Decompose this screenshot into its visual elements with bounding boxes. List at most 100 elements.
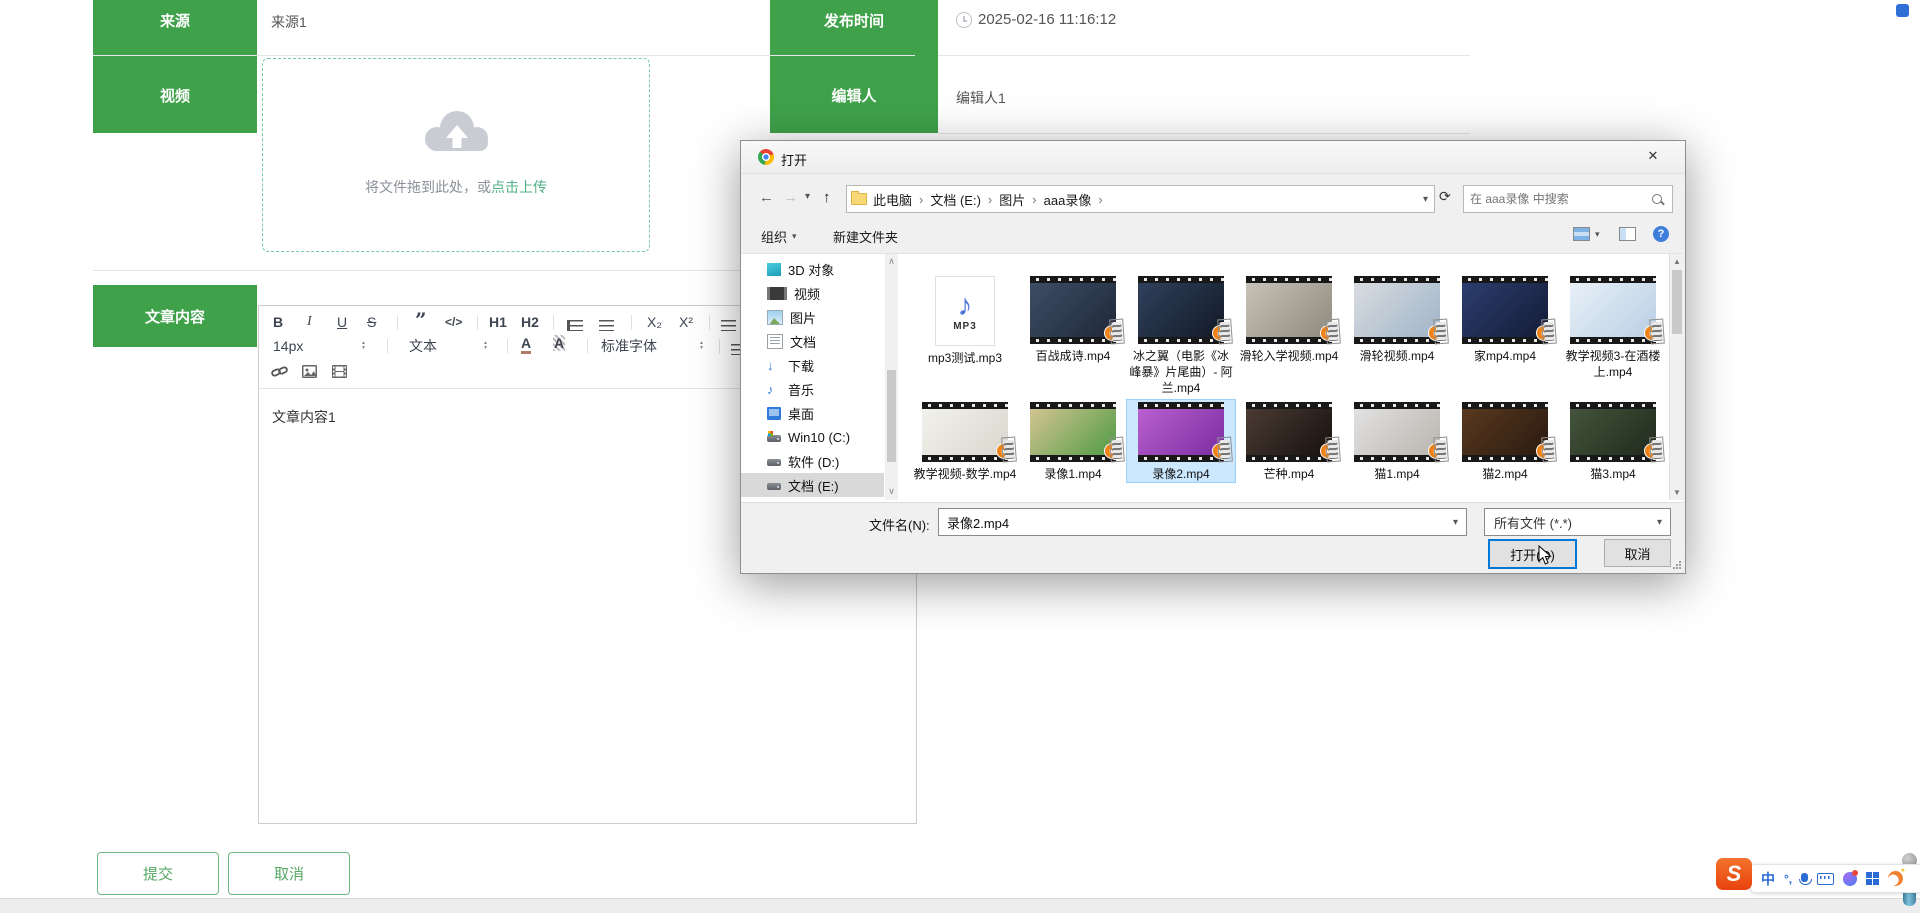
sidebar-item-desktop[interactable]: 桌面: [741, 401, 884, 425]
editor-person-value[interactable]: 编辑人1: [956, 88, 1006, 108]
dialog-cancel-button[interactable]: 取消: [1604, 539, 1671, 567]
file-item[interactable]: ▶ 百战成诗.mp4: [1019, 274, 1127, 396]
font-color-button[interactable]: A: [521, 334, 531, 354]
microphone-icon[interactable]: [1801, 873, 1808, 882]
refresh-button[interactable]: ⟳: [1439, 188, 1451, 205]
insert-video-button[interactable]: [331, 361, 348, 381]
breadcrumb-this-pc[interactable]: 此电脑: [873, 190, 930, 209]
subscript-button[interactable]: X₂: [647, 312, 662, 332]
breadcrumb-aaa-recordings[interactable]: aaa录像: [1044, 190, 1110, 209]
stepper-down-icon[interactable]: ▼: [699, 346, 704, 351]
file-item[interactable]: ▶ 猫1.mp4: [1343, 400, 1451, 482]
italic-button[interactable]: I: [307, 312, 312, 332]
breadcrumb-pictures[interactable]: 图片: [999, 190, 1043, 209]
sidebar-scroll-thumb[interactable]: [887, 370, 896, 462]
sidebar-item-software-d[interactable]: 软件 (D:): [741, 449, 884, 473]
upload-link[interactable]: 点击上传: [491, 179, 547, 195]
sidebar-scrollbar[interactable]: ∧ ∨: [885, 254, 898, 500]
sidebar-item-music[interactable]: ♪音乐: [741, 377, 884, 401]
file-item[interactable]: ▶ 芒种.mp4: [1235, 400, 1343, 482]
blockquote-button[interactable]: ”: [415, 310, 427, 330]
dialog-close-button[interactable]: ✕: [1639, 148, 1667, 166]
source-value[interactable]: 来源1: [271, 12, 307, 32]
open-button[interactable]: 打开(O): [1488, 539, 1577, 569]
resize-grip[interactable]: [1673, 561, 1681, 569]
sidebar-item-pictures[interactable]: 图片: [741, 305, 884, 329]
font-family-select[interactable]: 标准字体: [601, 336, 657, 356]
filename-dropdown-icon[interactable]: ▾: [1453, 517, 1458, 528]
dialog-titlebar[interactable]: 打开 ✕: [741, 141, 1685, 174]
sidebar-item-downloads[interactable]: ↓下载: [741, 353, 884, 377]
address-dropdown-icon[interactable]: ▾: [1423, 194, 1428, 205]
text-style-select[interactable]: 文本: [409, 336, 437, 356]
organize-button[interactable]: 组织▾: [761, 227, 797, 246]
corner-widget-icon[interactable]: [1896, 4, 1909, 17]
sidebar-item-3d-objects[interactable]: 3D 对象: [741, 257, 884, 281]
text-style-stepper[interactable]: ▲▼: [477, 336, 488, 356]
keyboard-icon[interactable]: [1817, 873, 1834, 885]
back-button[interactable]: ←: [759, 189, 774, 206]
scroll-down-icon[interactable]: ▼: [1670, 488, 1684, 497]
font-family-stepper[interactable]: ▲▼: [693, 336, 704, 356]
file-item[interactable]: ▶ 家mp4.mp4: [1451, 274, 1559, 396]
file-item[interactable]: ▶ 教学视频-数学.mp4: [911, 400, 1019, 482]
submit-button[interactable]: 提交: [97, 852, 219, 895]
sidebar-item-documents-e[interactable]: 文档 (E:): [741, 473, 884, 497]
toolbox-grid-icon[interactable]: [1866, 872, 1879, 885]
scroll-up-icon[interactable]: ∧: [885, 256, 898, 267]
breadcrumb-drive-e[interactable]: 文档 (E:): [930, 190, 999, 209]
file-item[interactable]: ▶ 滑轮视频.mp4: [1343, 274, 1451, 396]
font-size-stepper[interactable]: ▲▼: [355, 336, 366, 356]
sidebar-item-documents[interactable]: 文档: [741, 329, 884, 353]
file-item[interactable]: ▶ 猫2.mp4: [1451, 400, 1559, 482]
strikethrough-button[interactable]: S: [367, 312, 376, 332]
heading1-button[interactable]: H1: [489, 312, 507, 332]
stepper-down-icon[interactable]: ▼: [483, 346, 488, 351]
stepper-down-icon[interactable]: ▼: [361, 346, 366, 351]
file-item[interactable]: ▶ 教学视频3-在酒楼上.mp4: [1559, 274, 1667, 396]
filetype-select[interactable]: 所有文件 (*.*) ▾: [1484, 508, 1671, 536]
underline-button[interactable]: U: [337, 312, 347, 332]
code-button[interactable]: </>: [445, 312, 462, 332]
history-dropdown-icon[interactable]: ▾: [805, 191, 810, 202]
up-button[interactable]: ↑: [823, 189, 831, 206]
sogou-logo-icon[interactable]: S: [1716, 858, 1752, 890]
filename-input[interactable]: [939, 515, 1453, 530]
heading2-button[interactable]: H2: [521, 312, 539, 332]
skin-icon[interactable]: [1843, 872, 1857, 886]
insert-image-button[interactable]: [301, 361, 318, 381]
form-cancel-button[interactable]: 取消: [228, 852, 350, 895]
ime-punct-button[interactable]: °,: [1784, 872, 1792, 886]
forward-button[interactable]: →: [783, 189, 798, 206]
sidebar-item-videos[interactable]: 视频: [741, 281, 884, 305]
change-view-button[interactable]: ▾: [1573, 227, 1600, 241]
highlight-color-button[interactable]: A: [553, 334, 565, 351]
preview-pane-button[interactable]: [1619, 227, 1636, 246]
file-grid-scrollbar[interactable]: ▲ ▼: [1669, 254, 1684, 500]
bullet-list-button[interactable]: [599, 315, 614, 335]
search-icon[interactable]: [1652, 194, 1662, 204]
new-folder-button[interactable]: 新建文件夹: [833, 227, 898, 246]
emoji-icon[interactable]: [1888, 871, 1903, 886]
bold-button[interactable]: B: [273, 312, 283, 332]
indent-button[interactable]: [721, 315, 736, 335]
scroll-up-icon[interactable]: ▲: [1670, 257, 1684, 266]
sidebar-item-win10-c[interactable]: Win10 (C:): [741, 425, 884, 449]
search-input[interactable]: [1464, 192, 1652, 206]
superscript-button[interactable]: X²: [679, 312, 693, 332]
file-item-selected[interactable]: ▶ 录像2.mp4: [1127, 400, 1235, 482]
address-bar[interactable]: 此电脑 文档 (E:) 图片 aaa录像 ▾: [846, 185, 1435, 213]
search-box[interactable]: [1463, 185, 1673, 213]
video-upload-dropzone[interactable]: 将文件拖到此处，或点击上传: [262, 58, 650, 252]
grid-scroll-thumb[interactable]: [1672, 270, 1682, 334]
help-button[interactable]: ?: [1653, 226, 1669, 242]
insert-link-button[interactable]: [271, 361, 288, 381]
ordered-list-button[interactable]: [567, 315, 583, 335]
filename-input-wrap[interactable]: ▾: [938, 508, 1467, 536]
file-item[interactable]: ♪ MP3 mp3测试.mp3: [911, 274, 1019, 396]
ime-mode-button[interactable]: 中: [1761, 869, 1775, 889]
file-item[interactable]: ▶ 冰之翼（电影《冰峰暴》片尾曲）- 阿兰.mp4: [1127, 274, 1235, 396]
scroll-down-icon[interactable]: ∨: [885, 486, 898, 497]
file-item[interactable]: ▶ 滑轮入学视频.mp4: [1235, 274, 1343, 396]
file-item[interactable]: ▶ 录像1.mp4: [1019, 400, 1127, 482]
